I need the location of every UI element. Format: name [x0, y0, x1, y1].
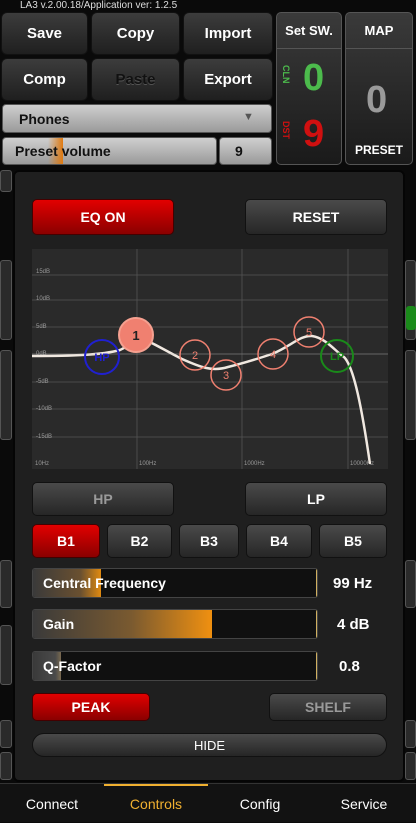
- y-tick-label: -10dB: [36, 406, 52, 412]
- band-b4-tab[interactable]: B4: [246, 524, 312, 558]
- gain-value: 4 dB: [337, 616, 370, 633]
- nav-config[interactable]: Config: [208, 784, 312, 823]
- eq-graph-canvas[interactable]: 15dB 10dB 5dB 0dB -5dB -10dB -15dB 10Hz …: [32, 249, 388, 469]
- central-frequency-value: 99 Hz: [333, 575, 373, 592]
- map-title: MAP: [346, 13, 412, 49]
- bottom-nav: Connect Controls Config Service: [0, 783, 416, 822]
- nav-connect[interactable]: Connect: [0, 784, 104, 823]
- copy-button[interactable]: Copy: [91, 12, 180, 55]
- background-row-edge: [405, 350, 416, 440]
- hide-button[interactable]: HIDE: [32, 733, 387, 757]
- lp-node-label: LP: [330, 351, 344, 363]
- q-factor-slider[interactable]: Q-Factor: [32, 651, 318, 681]
- y-tick-label: 5dB: [36, 324, 47, 330]
- band-3-node-label: 3: [223, 370, 229, 382]
- y-tick-label: -5dB: [36, 379, 49, 385]
- y-tick-label: 10dB: [36, 296, 50, 302]
- preset-volume-value: 9: [235, 143, 243, 159]
- x-tick-label: 1000Hz: [244, 461, 265, 467]
- eq-on-button[interactable]: EQ ON: [32, 199, 174, 235]
- slider-end-marker: [316, 652, 317, 680]
- version-text: LA3 v.2.00.18/Application ver: 1.2.5: [20, 0, 178, 11]
- band-b2-tab[interactable]: B2: [107, 524, 172, 558]
- background-row-edge: [405, 560, 416, 608]
- band-4-node-label: 4: [270, 349, 276, 361]
- background-green-indicator: [406, 306, 416, 330]
- background-row-edge: [0, 560, 12, 608]
- output-select[interactable]: Phones ▼: [2, 104, 272, 133]
- x-tick-label: 10Hz: [35, 461, 49, 467]
- background-row-edge: [0, 170, 12, 192]
- set-switch-title: Set SW.: [277, 13, 341, 49]
- dst-value: 9: [303, 113, 325, 155]
- band-b1-tab[interactable]: B1: [32, 524, 100, 558]
- map-panel[interactable]: MAP 0 PRESET: [345, 12, 413, 165]
- map-value: 0: [366, 79, 388, 121]
- x-tick-label: 100Hz: [139, 461, 156, 467]
- hp-button[interactable]: HP: [32, 482, 174, 516]
- export-button[interactable]: Export: [183, 58, 273, 101]
- active-tab-indicator: [104, 784, 208, 786]
- band-5-node-label: 5: [306, 327, 312, 339]
- set-switch-panel[interactable]: Set SW. CLN 0 DST 9: [276, 12, 342, 165]
- central-frequency-label: Central Frequency: [43, 575, 166, 591]
- import-button[interactable]: Import: [183, 12, 273, 55]
- cln-label: CLN: [281, 65, 291, 84]
- background-row-edge: [0, 752, 12, 780]
- band-1-node-label: 1: [132, 328, 139, 343]
- background-row-edge: [0, 625, 12, 685]
- q-factor-label: Q-Factor: [43, 658, 102, 674]
- nav-service[interactable]: Service: [312, 784, 416, 823]
- eq-panel: EQ ON RESET 15dB 10dB 5dB 0dB -5dB -10dB…: [13, 170, 405, 782]
- comp-button[interactable]: Comp: [1, 58, 88, 101]
- chevron-down-icon: ▼: [243, 111, 254, 123]
- lp-button[interactable]: LP: [245, 482, 387, 516]
- background-row-edge: [405, 720, 416, 748]
- preset-volume-label: Preset volume: [15, 143, 111, 159]
- band-b3-tab[interactable]: B3: [179, 524, 239, 558]
- save-button[interactable]: Save: [1, 12, 88, 55]
- slider-end-marker: [316, 610, 317, 638]
- preset-volume-slider[interactable]: Preset volume: [2, 137, 217, 165]
- nav-controls[interactable]: Controls: [104, 784, 208, 823]
- y-tick-label: -15dB: [36, 434, 52, 440]
- band-2-node-label: 2: [192, 350, 198, 362]
- output-select-value: Phones: [19, 111, 70, 127]
- q-factor-value: 0.8: [339, 658, 360, 675]
- central-frequency-slider[interactable]: Central Frequency: [32, 568, 318, 598]
- background-row-edge: [0, 350, 12, 440]
- cln-value: 0: [303, 57, 325, 99]
- background-row-edge: [0, 720, 12, 748]
- eq-graph[interactable]: 15dB 10dB 5dB 0dB -5dB -10dB -15dB 10Hz …: [32, 249, 388, 469]
- peak-button[interactable]: PEAK: [32, 693, 150, 721]
- slider-end-marker: [316, 569, 317, 597]
- background-row-edge: [405, 752, 416, 780]
- hp-node-label: HP: [94, 352, 109, 364]
- reset-button[interactable]: RESET: [245, 199, 387, 235]
- background-row-edge: [0, 260, 12, 340]
- band-b5-tab[interactable]: B5: [319, 524, 387, 558]
- preset-volume-value-box: 9: [219, 137, 272, 165]
- paste-button[interactable]: Paste: [91, 58, 180, 101]
- dst-label: DST: [281, 121, 291, 139]
- preset-label: PRESET: [354, 143, 403, 157]
- gain-slider[interactable]: Gain: [32, 609, 318, 639]
- gain-label: Gain: [43, 616, 75, 632]
- y-tick-label: 15dB: [36, 269, 50, 275]
- shelf-button[interactable]: SHELF: [269, 693, 387, 721]
